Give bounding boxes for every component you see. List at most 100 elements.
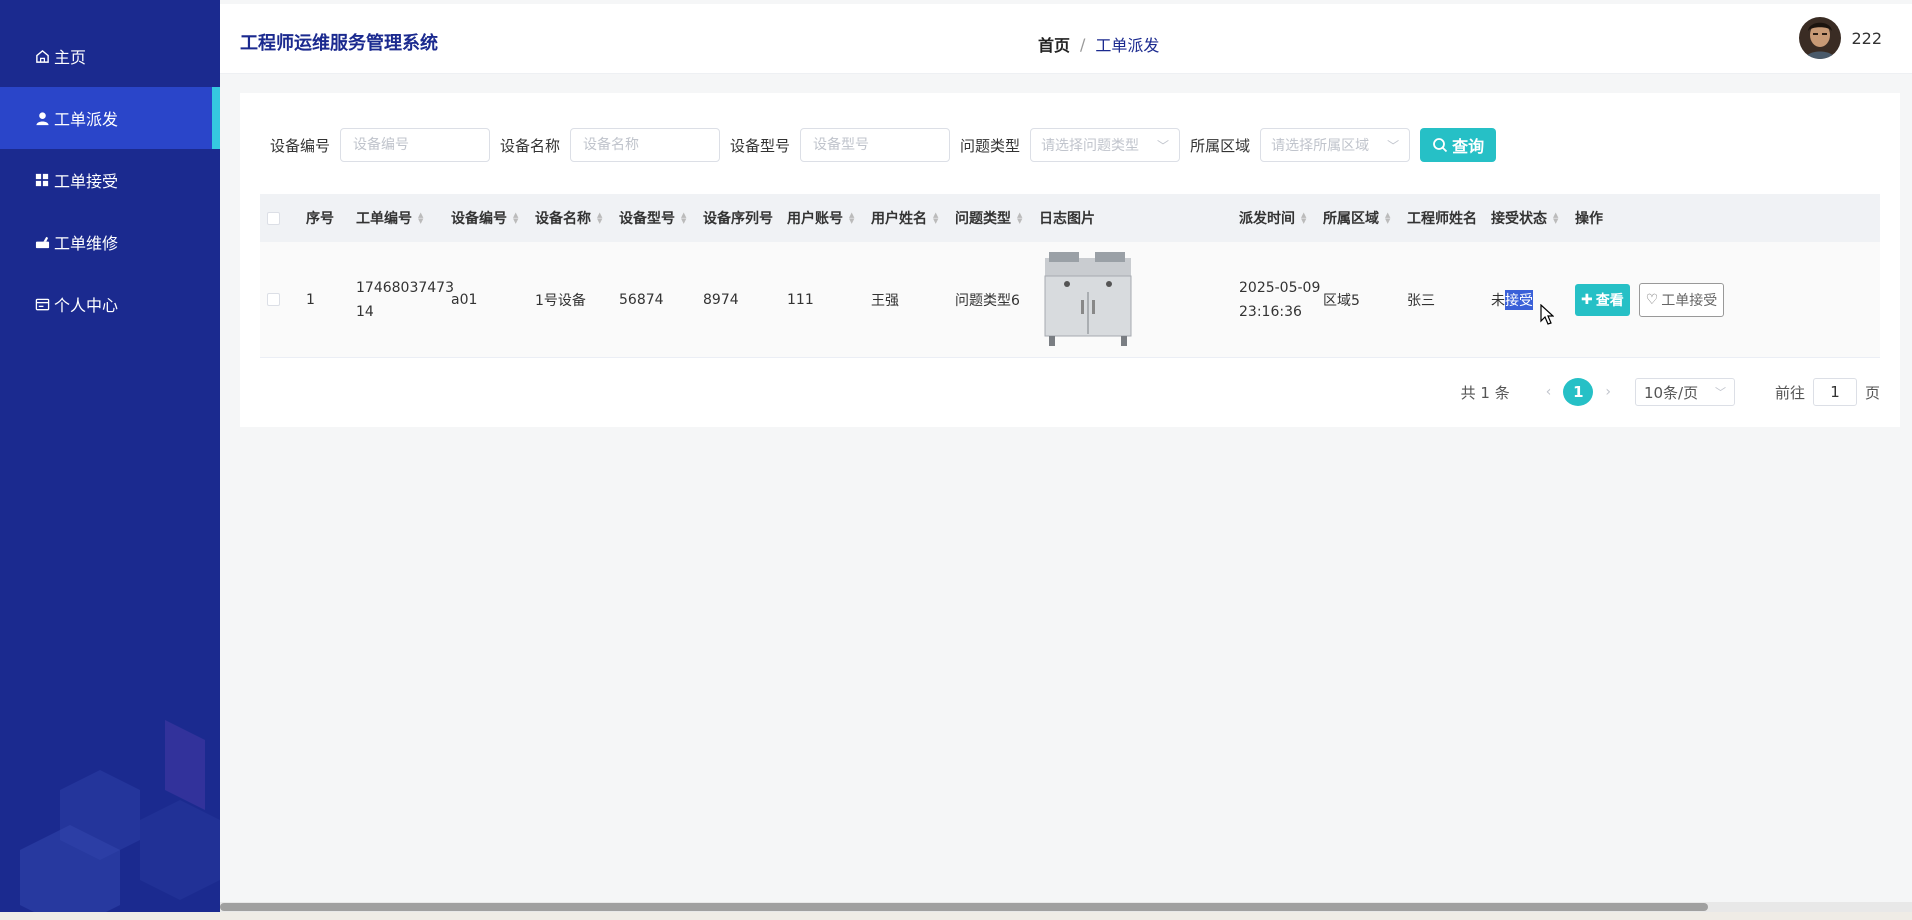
sidebar-item-label: 主页 — [54, 48, 87, 67]
row-checkbox[interactable] — [267, 293, 280, 306]
cell-device-no: a01 — [451, 291, 478, 308]
cell-log-image[interactable] — [1039, 250, 1239, 350]
sidebar-item-profile[interactable]: 个人中心 — [0, 273, 220, 335]
avatar[interactable] — [1799, 17, 1842, 59]
sort-icon[interactable]: ▲ ▼ — [1017, 212, 1022, 225]
accept-order-label: 工单接受 — [1661, 292, 1718, 309]
header-user-account[interactable]: 用户账号 ▲ ▼ — [787, 208, 871, 228]
query-button-label: 查询 — [1452, 137, 1485, 156]
card-icon — [34, 296, 50, 312]
header-device-model[interactable]: 设备型号 ▲ ▼ — [619, 208, 703, 228]
sidebar-nav: 主页 工单派发 工单接受 工单维修 个人中心 — [0, 25, 220, 335]
header-label: 用户姓名 — [871, 211, 927, 227]
header-device-serial: 设备序列号 — [703, 208, 787, 228]
header-label: 设备序列号 — [703, 211, 773, 227]
header-label: 设备名称 — [535, 211, 591, 227]
cell-user-name: 王强 — [871, 292, 899, 309]
plus-icon: ✚ — [1581, 291, 1593, 308]
header-label: 设备编号 — [451, 211, 507, 227]
horizontal-scrollbar[interactable] — [220, 902, 1912, 912]
sort-icon[interactable]: ▲ ▼ — [933, 212, 938, 225]
user-menu[interactable]: 222 — [1799, 17, 1882, 59]
page-number-active[interactable]: 1 — [1563, 378, 1594, 406]
header-problem-type[interactable]: 问题类型 ▲ ▼ — [955, 208, 1039, 228]
top-header: 工程师运维服务管理系统 首页 / 工单派发 222 — [220, 4, 1912, 74]
order-no-line1: 17468037473 — [356, 279, 454, 296]
user-icon — [34, 110, 50, 126]
region-select[interactable]: 请选择所属区域 ﹀ — [1260, 128, 1411, 162]
header-actions: 操作 — [1575, 208, 1695, 228]
sort-icon[interactable]: ▲ ▼ — [849, 212, 854, 225]
page-size-select[interactable]: 10条/页 ﹀ — [1634, 378, 1735, 406]
sidebar-item-label: 工单派发 — [54, 110, 119, 129]
cell-engineer: 张三 — [1407, 292, 1435, 309]
sort-icon[interactable]: ▲ ▼ — [597, 212, 602, 225]
sidebar-item-repair[interactable]: 工单维修 — [0, 211, 220, 273]
home-icon — [34, 48, 50, 64]
select-all-checkbox[interactable] — [267, 211, 280, 225]
next-page-icon[interactable]: › — [1605, 384, 1611, 400]
cell-device-serial: 8974 — [703, 291, 739, 308]
breadcrumb: 首页 / 工单派发 — [1038, 32, 1159, 56]
username: 222 — [1851, 28, 1882, 48]
goto-label: 前往 — [1774, 383, 1805, 402]
header-user-name[interactable]: 用户姓名 ▲ ▼ — [871, 208, 955, 228]
sidebar-item-label: 工单维修 — [54, 234, 119, 253]
search-bar: 设备编号 设备名称 设备型号 问题类型 请选择问题类型 ﹀ 所属区域 请选择所属… — [270, 128, 1497, 162]
problem-type-select[interactable]: 请选择问题类型 ﹀ — [1030, 128, 1181, 162]
header-region[interactable]: 所属区域 ▲ ▼ — [1323, 208, 1407, 228]
device-no-input[interactable] — [340, 128, 491, 162]
query-button[interactable]: 查询 — [1420, 128, 1497, 162]
chevron-down-icon: ﹀ — [1714, 386, 1726, 399]
goto-page-input[interactable] — [1812, 378, 1857, 406]
view-button-label: 查看 — [1595, 292, 1624, 309]
wrench-icon — [34, 234, 50, 250]
sort-icon[interactable]: ▲ ▼ — [681, 212, 686, 225]
sidebar-item-label: 工单接受 — [54, 172, 119, 191]
header-device-name[interactable]: 设备名称 ▲ ▼ — [535, 208, 619, 228]
problem-type-placeholder: 请选择问题类型 — [1041, 138, 1140, 154]
device-name-input[interactable] — [570, 128, 721, 162]
accept-order-button[interactable]: ♡ 工单接受 — [1638, 282, 1725, 317]
cell-device-name: 1号设备 — [535, 292, 586, 309]
header-order-no[interactable]: 工单编号 ▲ ▼ — [356, 208, 451, 228]
problem-type-label: 问题类型 — [960, 136, 1021, 155]
sidebar-item-accept[interactable]: 工单接受 — [0, 149, 220, 211]
header-log-image: 日志图片 — [1039, 208, 1239, 228]
sidebar-item-home[interactable]: 主页 — [0, 25, 220, 87]
sort-icon[interactable]: ▲ ▼ — [513, 212, 518, 225]
row-select-cell — [260, 293, 306, 306]
header-status[interactable]: 接受状态 ▲ ▼ — [1491, 208, 1575, 228]
header-label: 日志图片 — [1039, 211, 1095, 227]
sidebar: 主页 工单派发 工单接受 工单维修 个人中心 — [0, 0, 220, 915]
sidebar-item-dispatch[interactable]: 工单派发 — [0, 87, 220, 149]
breadcrumb-home[interactable]: 首页 — [1038, 32, 1070, 56]
cell-device-model: 56874 — [619, 291, 664, 308]
log-image-thumbnail[interactable] — [1039, 250, 1137, 350]
header-label: 用户账号 — [787, 211, 843, 227]
prev-page-icon[interactable]: ‹ — [1546, 384, 1552, 400]
header-label: 设备型号 — [619, 211, 675, 227]
dispatch-time: 23:16:36 — [1239, 303, 1302, 320]
heart-icon: ♡ — [1645, 291, 1659, 308]
cell-status: 未接受 — [1491, 289, 1575, 310]
view-button[interactable]: ✚ 查看 — [1575, 283, 1630, 316]
sort-icon[interactable]: ▲ ▼ — [1553, 212, 1558, 225]
sort-icon[interactable]: ▲ ▼ — [1385, 212, 1390, 225]
region-placeholder: 请选择所属区域 — [1271, 138, 1370, 154]
chevron-down-icon: ﹀ — [1157, 138, 1170, 153]
sort-icon[interactable]: ▲ ▼ — [1301, 212, 1306, 225]
grid-icon — [34, 172, 50, 188]
pagination: 共 1 条 ‹ 1 › 10条/页 ﹀ 前往 页 — [1461, 378, 1880, 406]
device-model-input[interactable] — [800, 128, 951, 162]
sort-icon[interactable]: ▲ ▼ — [418, 212, 423, 225]
header-index: 序号 — [306, 208, 356, 228]
table-row: 1 17468037473 14 a01 1号设备 56874 8974 111… — [260, 242, 1880, 358]
pagination-total: 共 1 条 — [1460, 383, 1510, 402]
header-dispatch-time[interactable]: 派发时间 ▲ ▼ — [1239, 208, 1323, 228]
header-device-no[interactable]: 设备编号 ▲ ▼ — [451, 208, 535, 228]
cell-index: 1 — [306, 291, 315, 308]
header-label: 派发时间 — [1239, 211, 1295, 227]
scrollbar-thumb[interactable] — [220, 903, 1708, 911]
cell-user-account: 111 — [787, 291, 814, 308]
